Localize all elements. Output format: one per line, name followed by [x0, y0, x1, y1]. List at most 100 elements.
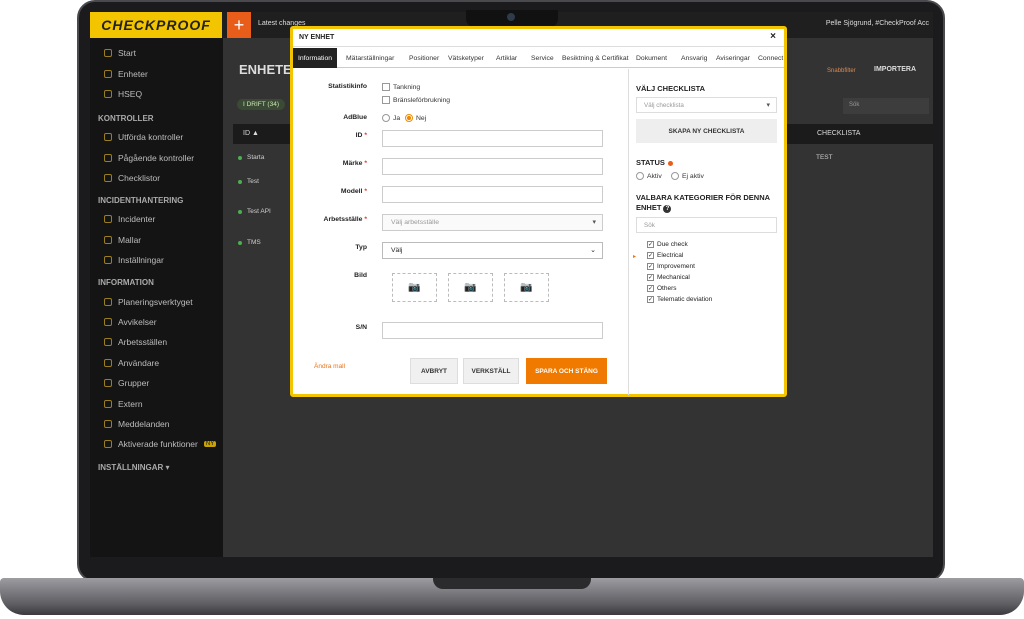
status-filter-chip[interactable]: I DRIFT (34) — [237, 99, 285, 110]
status-dot — [238, 155, 242, 160]
column-id[interactable]: ID ▲ — [243, 130, 259, 137]
list-icon — [104, 174, 112, 182]
category-checkbox[interactable]: ✓ Electrical — [647, 252, 683, 259]
clipboard-icon — [104, 154, 112, 162]
tab-besiktning[interactable]: Besiktning & Certifikat — [562, 48, 629, 68]
check-icon — [104, 133, 112, 141]
close-icon[interactable]: × — [770, 31, 776, 42]
camera-icon — [507, 13, 515, 21]
typ-label: Typ — [355, 244, 367, 251]
modell-label: Modell * — [340, 188, 367, 195]
warning-icon — [104, 318, 112, 326]
sidebar-item-grupper[interactable]: Grupper — [104, 378, 149, 388]
help-icon[interactable]: ? — [663, 205, 672, 213]
arbetsstalle-label: Arbetsställe * — [323, 216, 367, 223]
bransle-checkbox[interactable]: Bränsleförbrukning — [382, 96, 450, 104]
tab-vatsketyper[interactable]: Vätsketyper — [448, 48, 484, 68]
column-checklista[interactable]: CHECKLISTA — [817, 130, 860, 137]
chart-icon — [104, 298, 112, 306]
gear-icon — [104, 256, 112, 264]
categories-heading: VALBARA KATEGORIER FÖR DENNA ENHET? — [636, 193, 770, 213]
image-upload-slot[interactable]: 📷 — [448, 273, 493, 302]
tab-dokument[interactable]: Dokument — [636, 48, 667, 68]
sidebar-item-mallar[interactable]: Mallar — [104, 235, 141, 245]
modell-field[interactable] — [382, 186, 603, 203]
sidebar-item-anvandare[interactable]: Användare — [104, 358, 159, 368]
incident-icon — [104, 215, 112, 223]
category-checkbox[interactable]: ✓ Due check — [647, 241, 688, 248]
tab-artiklar[interactable]: Artiklar — [496, 48, 517, 68]
new-badge: NY — [203, 441, 217, 447]
checklist-select[interactable]: Välj checklista ▾ — [636, 97, 777, 113]
marke-field[interactable] — [382, 158, 603, 175]
table-row[interactable]: TMS — [238, 239, 261, 246]
arbetsstalle-select[interactable]: Välj arbetsställe ▾ — [382, 214, 603, 231]
sidebar-heading-incident: INCIDENTHANTERING — [98, 196, 184, 205]
adblue-label: AdBlue — [343, 114, 367, 121]
category-checkbox[interactable]: ✓ Others — [647, 285, 677, 292]
page-title: ENHETE — [239, 62, 292, 77]
sidebar-item-extern[interactable]: Extern — [104, 399, 143, 409]
table-row[interactable]: Starta — [238, 154, 264, 161]
app-logo[interactable]: CHECKPROOF — [90, 12, 222, 38]
tab-ansvarig[interactable]: Ansvarig — [681, 48, 707, 68]
tab-connect[interactable]: Connect — [758, 48, 783, 68]
chevron-down-icon: ⌄ — [590, 247, 596, 254]
image-upload-slot[interactable]: 📷 — [504, 273, 549, 302]
sidebar-item-start[interactable]: Start — [104, 48, 136, 58]
sidebar-item-meddelanden[interactable]: Meddelanden — [104, 419, 170, 429]
apply-button[interactable]: VERKSTÄLL — [463, 358, 519, 384]
side-panel: VÄLJ CHECKLISTA Välj checklista ▾ SKAPA N… — [628, 69, 784, 395]
sidebar-item-enheter[interactable]: Enheter — [104, 69, 148, 79]
sidebar-item-arbetsstallen[interactable]: Arbetsställen — [104, 337, 167, 347]
create-checklist-button[interactable]: SKAPA NY CHECKLISTA — [636, 119, 777, 143]
sidebar-item-avvikelser[interactable]: Avvikelser — [104, 317, 157, 327]
import-button[interactable]: IMPORTERA — [874, 66, 916, 73]
category-search-input[interactable]: Sök — [636, 217, 777, 233]
tab-positioner[interactable]: Positioner — [409, 48, 439, 68]
status-dot — [238, 179, 242, 184]
laptop-base-notch — [433, 578, 591, 589]
table-row[interactable]: Test API — [238, 208, 271, 215]
category-checkbox[interactable]: ✓ Improvement — [647, 263, 695, 270]
status-aktiv-radio[interactable]: Aktiv — [636, 172, 662, 180]
home-icon — [104, 49, 112, 57]
tankning-checkbox[interactable]: Tankning — [382, 83, 420, 91]
sidebar-item-hseq[interactable]: HSEQ — [104, 89, 142, 99]
adblue-ja-radio[interactable]: Ja — [382, 114, 400, 122]
id-field[interactable] — [382, 130, 603, 147]
sidebar-item-checklistor[interactable]: Checklistor — [104, 173, 160, 183]
quick-filter-link[interactable]: Snabbfilter — [827, 68, 856, 74]
sidebar-item-utforda[interactable]: Utförda kontroller — [104, 132, 183, 142]
sidebar-item-pagaende[interactable]: Pågående kontroller — [104, 153, 194, 163]
sidebar-heading-settings[interactable]: INSTÄLLNINGAR ▾ — [98, 463, 170, 472]
sidebar-item-planering[interactable]: Planeringsverktyget — [104, 297, 193, 307]
adblue-nej-radio[interactable]: Nej — [405, 114, 426, 122]
save-and-close-button[interactable]: SPARA OCH STÄNG — [526, 358, 607, 384]
image-upload-slot[interactable]: 📷 — [392, 273, 437, 302]
user-name[interactable]: Pelle Sjögrund, #CheckProof Acc — [826, 20, 929, 27]
camera-icon: 📷 — [520, 282, 533, 293]
cancel-button[interactable]: AVBRYT — [410, 358, 458, 384]
tab-matarstallningar[interactable]: Mätarställningar — [346, 48, 394, 68]
status-ej-aktiv-radio[interactable]: Ej aktiv — [671, 172, 704, 180]
arrow-icon: ▸ — [633, 254, 637, 260]
search-input[interactable]: Sök — [843, 98, 929, 114]
external-icon — [104, 400, 112, 408]
sidebar-item-installningar[interactable]: Inställningar — [104, 255, 164, 265]
sidebar-item-incidenter[interactable]: Incidenter — [104, 214, 155, 224]
sidebar-item-aktiverade[interactable]: Aktiverade funktioner NY — [104, 439, 217, 449]
category-checkbox[interactable]: ✓ Mechanical — [647, 274, 690, 281]
category-checkbox[interactable]: ✓ Telematic deviation — [647, 296, 712, 303]
typ-select[interactable]: Välj ⌄ — [382, 242, 603, 259]
sn-field[interactable] — [382, 322, 603, 339]
tab-information[interactable]: Information — [293, 48, 338, 68]
change-template-link[interactable]: Ändra mall — [314, 363, 345, 370]
table-row[interactable]: Test — [238, 178, 259, 185]
add-button[interactable]: + — [227, 12, 251, 38]
tab-aviseringar[interactable]: Aviseringar — [716, 48, 750, 68]
location-icon — [104, 338, 112, 346]
tab-service[interactable]: Service — [531, 48, 554, 68]
user-icon — [104, 359, 112, 367]
group-icon — [104, 379, 112, 387]
